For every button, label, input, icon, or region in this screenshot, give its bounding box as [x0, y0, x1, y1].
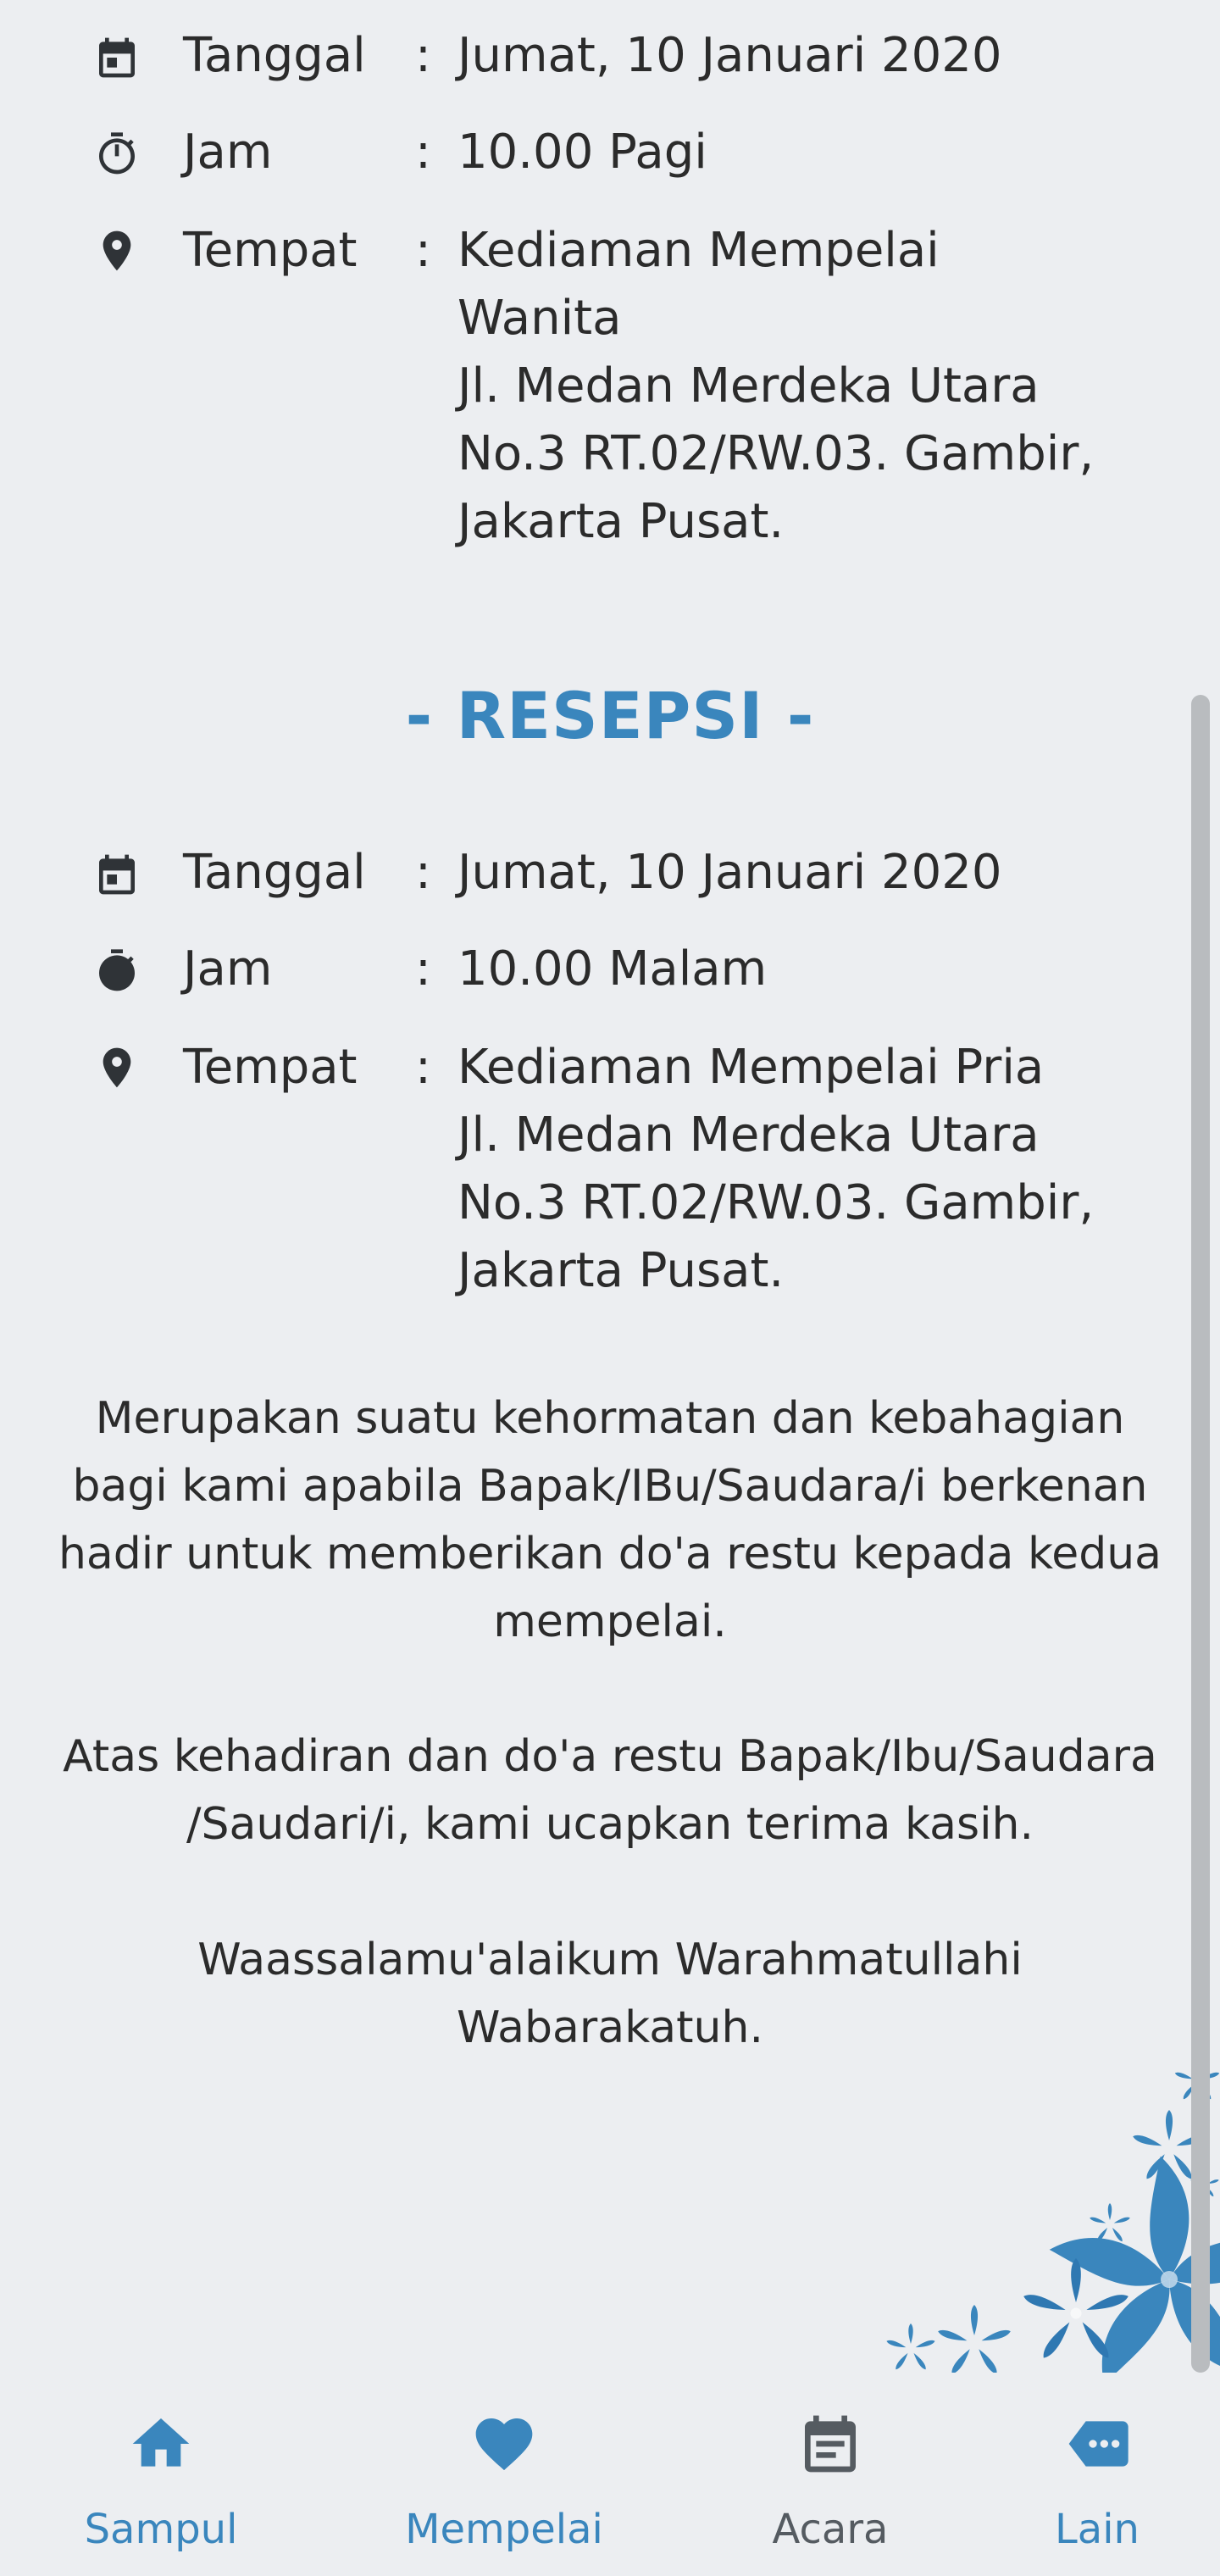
- invitation-line: Merupakan suatu kehormatan dan kebahagia…: [95, 1393, 1125, 1444]
- bottom-navigation: Sampul Mempelai Acara Lain: [0, 2373, 1220, 2576]
- akad-date-row: Tanggal : Jumat, 10 Januari 2020: [0, 22, 1186, 98]
- akad-date-value: Jumat, 10 Januari 2020: [458, 22, 1186, 90]
- resepsi-date-row: Tanggal : Jumat, 10 Januari 2020: [0, 839, 1186, 915]
- calendar-icon: [93, 851, 141, 898]
- resepsi-place-value: Kediaman Mempelai Pria Jl. Medan Merdeka…: [458, 1034, 1186, 1305]
- resepsi-place-row: Tempat : Kediaman Mempelai Pria Jl. Meda…: [0, 1034, 1186, 1313]
- more-chat-icon: [1063, 2410, 1131, 2478]
- akad-place-line: Jl. Medan Merdeka Utara: [458, 358, 1040, 414]
- thanks-line: Atas kehadiran dan do'a restu Bapak/Ibu/…: [63, 1731, 1157, 1782]
- akad-place-line: Wanita: [458, 291, 622, 346]
- flower-decoration: [885, 2057, 1220, 2373]
- thanks-paragraph: Atas kehadiran dan do'a restu Bapak/Ibu/…: [0, 1723, 1220, 1858]
- nav-item-mempelai[interactable]: Mempelai: [377, 2373, 631, 2576]
- akad-time-row: Jam : 10.00 Pagi: [0, 119, 1186, 195]
- resepsi-place-line: No.3 RT.02/RW.03. Gambir,: [458, 1175, 1095, 1230]
- nav-item-sampul[interactable]: Sampul: [34, 2373, 288, 2576]
- nav-label-acara: Acara: [772, 2506, 889, 2553]
- calendar-icon: [93, 34, 141, 81]
- home-icon: [127, 2410, 195, 2478]
- invitation-line: bagi kami apabila Bapak/IBu/Saudara/i be…: [72, 1461, 1148, 1512]
- resepsi-place-colon: :: [415, 1040, 431, 1095]
- invitation-line: hadir untuk memberikan do'a restu kepada…: [58, 1529, 1162, 1579]
- resepsi-time-value: 10.00 Malam: [458, 935, 1186, 1003]
- nav-label-sampul: Sampul: [84, 2506, 238, 2553]
- akad-time-value-line: 10.00 Pagi: [458, 125, 707, 180]
- akad-date-label: Tanggal: [183, 28, 366, 83]
- resepsi-place-line: Jakarta Pusat.: [458, 1243, 785, 1298]
- akad-time-colon: :: [415, 125, 431, 180]
- resepsi-date-value-line: Jumat, 10 Januari 2020: [458, 845, 1002, 900]
- heart-icon: [470, 2410, 538, 2478]
- location-pin-icon: [93, 227, 141, 275]
- salam-line: Waassalamu'alaikum Warahmatullahi: [197, 1935, 1023, 1985]
- akad-place-line: No.3 RT.02/RW.03. Gambir,: [458, 426, 1095, 481]
- akad-place-value: Kediaman Mempelai Wanita Jl. Medan Merde…: [458, 217, 1186, 556]
- resepsi-place-line: Kediaman Mempelai Pria: [458, 1040, 1045, 1095]
- location-pin-icon: [93, 1044, 141, 1091]
- stopwatch-icon: [93, 947, 141, 995]
- salam-paragraph: Waassalamu'alaikum Warahmatullahi Wabara…: [0, 1926, 1220, 2062]
- event-details-page: Tanggal : Jumat, 10 Januari 2020 Jam : 1…: [0, 0, 1220, 2373]
- akad-place-row: Tempat : Kediaman Mempelai Wanita Jl. Me…: [0, 217, 1186, 556]
- nav-label-mempelai: Mempelai: [405, 2506, 603, 2553]
- akad-place-label: Tempat: [183, 223, 358, 278]
- resepsi-time-row: Jam : 10.00 Malam: [0, 935, 1186, 1012]
- resepsi-time-value-line: 10.00 Malam: [458, 941, 768, 997]
- akad-place-colon: :: [415, 223, 431, 278]
- akad-time-value: 10.00 Pagi: [458, 119, 1186, 186]
- nav-item-lain[interactable]: Lain: [970, 2373, 1220, 2576]
- invitation-line: mempelai.: [493, 1596, 727, 1647]
- resepsi-date-colon: :: [415, 845, 431, 900]
- resepsi-time-label: Jam: [183, 941, 273, 997]
- akad-date-colon: :: [415, 28, 431, 83]
- akad-place-line: Jakarta Pusat.: [458, 494, 785, 549]
- akad-time-label: Jam: [183, 125, 273, 180]
- thanks-line: /Saudari/i, kami ucapkan terima kasih.: [186, 1799, 1034, 1850]
- resepsi-time-colon: :: [415, 941, 431, 997]
- nav-label-lain: Lain: [1055, 2506, 1140, 2553]
- resepsi-date-value: Jumat, 10 Januari 2020: [458, 839, 1186, 907]
- akad-date-value-line: Jumat, 10 Januari 2020: [458, 28, 1002, 83]
- resepsi-title: - RESEPSI -: [405, 678, 815, 753]
- event-calendar-icon: [796, 2410, 864, 2478]
- resepsi-date-label: Tanggal: [183, 845, 366, 900]
- resepsi-place-line: Jl. Medan Merdeka Utara: [458, 1108, 1040, 1163]
- akad-place-line: Kediaman Mempelai: [458, 223, 940, 278]
- resepsi-place-label: Tempat: [183, 1040, 358, 1095]
- invitation-paragraph: Merupakan suatu kehormatan dan kebahagia…: [0, 1385, 1220, 1656]
- nav-item-acara[interactable]: Acara: [703, 2373, 957, 2576]
- scrollbar[interactable]: [1191, 695, 1210, 2373]
- stopwatch-icon: [93, 130, 141, 178]
